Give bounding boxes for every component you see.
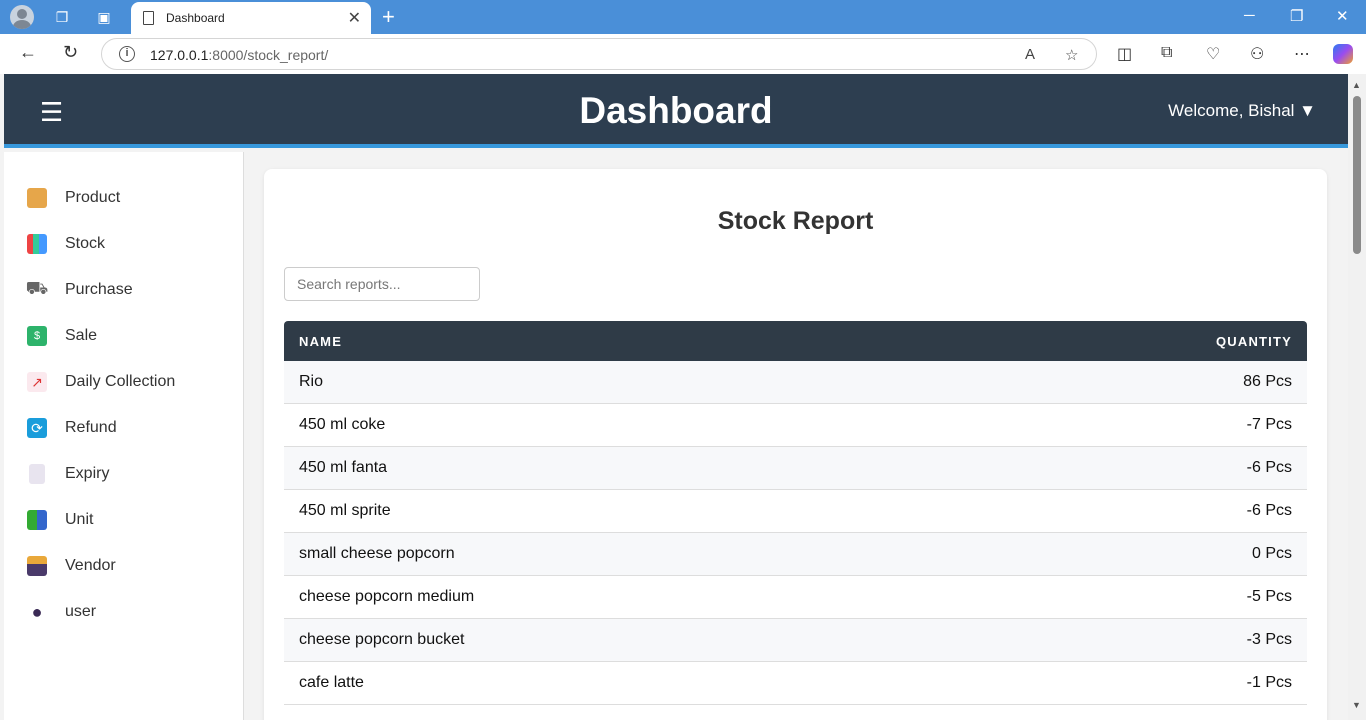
stock-table: NAME QUANTITY Rio 86 Pcs 450 ml coke -7 Pc… [284, 321, 1307, 705]
dashboard-header: ☰ Dashboard Welcome, Bishal ▼ [4, 74, 1348, 148]
sidebar-item-sale[interactable]: $ Sale [4, 313, 243, 359]
copilot-icon[interactable] [1333, 44, 1353, 64]
site-info-icon[interactable]: i [119, 46, 135, 62]
favorite-star-icon[interactable]: ☆ [1065, 46, 1078, 64]
read-aloud-icon[interactable]: A [1025, 46, 1035, 63]
cell-quantity: -6 Pcs [1246, 459, 1292, 476]
restore-icon[interactable]: ❐ [1290, 7, 1303, 25]
scroll-down-icon[interactable]: ▼ [1352, 700, 1361, 710]
scroll-up-icon[interactable]: ▲ [1352, 80, 1361, 90]
cell-name: 450 ml sprite [299, 502, 391, 519]
table-row: cheese popcorn bucket -3 Pcs [284, 619, 1307, 662]
scroll-thumb[interactable] [1353, 96, 1361, 254]
column-header-quantity: QUANTITY [1215, 333, 1292, 349]
cell-quantity: -7 Pcs [1246, 416, 1292, 433]
table-header: NAME QUANTITY [284, 321, 1307, 361]
cell-quantity: 0 Pcs [1251, 545, 1292, 562]
new-tab-icon[interactable]: + [382, 4, 395, 30]
column-header-name: NAME [299, 333, 343, 349]
sidebar-item-expiry[interactable]: Expiry [4, 451, 243, 497]
url-text: 127.0.0.1:8000/stock_report/ [150, 47, 329, 63]
cell-quantity: -6 Pcs [1246, 502, 1292, 519]
sidebar-item-product[interactable]: Product [4, 175, 243, 221]
cell-name: cafe latte [299, 674, 364, 691]
cell-name: cheese popcorn bucket [299, 631, 465, 648]
user-icon: ● [31, 601, 43, 622]
sidebar-item-purchase[interactable]: ⛟ Purchase [4, 267, 243, 313]
books-icon [27, 510, 47, 530]
cell-quantity: -5 Pcs [1246, 588, 1292, 605]
sidebar-item-refund[interactable]: ⟳ Refund [4, 405, 243, 451]
address-bar[interactable]: i 127.0.0.1:8000/stock_report/ A ☆ [101, 38, 1097, 70]
table-row: 450 ml fanta -6 Pcs [284, 447, 1307, 490]
card-box-icon [27, 556, 47, 576]
tab-title: Dashboard [166, 11, 225, 25]
close-window-icon[interactable]: ✕ [1336, 7, 1349, 25]
sidebar-item-vendor[interactable]: Vendor [4, 543, 243, 589]
cell-name: small cheese popcorn [299, 545, 455, 562]
report-title: Stock Report [717, 207, 874, 235]
money-icon: $ [27, 326, 47, 346]
page-icon [143, 11, 154, 25]
cell-quantity: 86 Pcs [1243, 373, 1292, 390]
extensions-icon[interactable]: ⚇ [1250, 44, 1264, 64]
shopping-cart-icon: ⛟ [25, 278, 49, 298]
refresh-icon: ⟳ [27, 418, 47, 438]
receipt-icon [29, 464, 45, 484]
search-input[interactable] [284, 267, 480, 301]
cell-name: cheese popcorn medium [299, 588, 475, 605]
sidebar-item-user[interactable]: ● user [4, 589, 243, 635]
report-card: Stock Report NAME QUANTITY Rio 86 Pcs 450… [264, 169, 1327, 720]
table-row: 450 ml sprite -6 Pcs [284, 490, 1307, 533]
cell-quantity: -1 Pcs [1246, 674, 1292, 691]
collections-icon[interactable]: ⧉ [1161, 44, 1172, 62]
minimize-icon[interactable]: ─ [1244, 7, 1255, 24]
reload-icon[interactable]: ↻ [63, 42, 78, 63]
table-row: cafe latte -1 Pcs [284, 662, 1307, 705]
vertical-tabs-icon[interactable]: ▣ [93, 6, 115, 28]
close-tab-icon[interactable]: ✕ [348, 8, 361, 28]
table-row: Rio 86 Pcs [284, 361, 1307, 404]
cell-name: 450 ml coke [299, 416, 386, 433]
browser-titlebar: ❐ ▣ Dashboard ✕ + ─ ❐ ✕ [0, 0, 1366, 34]
table-body: Rio 86 Pcs 450 ml coke -7 Pcs 450 ml fanta… [284, 361, 1307, 705]
page-scrollbar[interactable]: ▲ ▼ [1348, 74, 1366, 720]
table-row: small cheese popcorn 0 Pcs [284, 533, 1307, 576]
cell-quantity: -3 Pcs [1246, 631, 1292, 648]
sidebar-item-stock[interactable]: Stock [4, 221, 243, 267]
browser-essentials-icon[interactable]: ♡ [1206, 44, 1220, 64]
sidebar-item-unit[interactable]: Unit [4, 497, 243, 543]
sidebar-item-daily-collection[interactable]: ↗ Daily Collection [4, 359, 243, 405]
table-row: cheese popcorn medium -5 Pcs [284, 576, 1307, 619]
workspaces-icon[interactable]: ❐ [51, 6, 73, 28]
page-title: Dashboard [579, 90, 773, 131]
table-row: 450 ml coke -7 Pcs [284, 404, 1307, 447]
split-screen-icon[interactable]: ◫ [1117, 44, 1132, 64]
profile-avatar-icon[interactable] [10, 5, 34, 29]
back-icon[interactable]: ← [19, 42, 37, 63]
browser-tab[interactable]: Dashboard ✕ [131, 2, 371, 34]
bar-chart-icon [27, 234, 47, 254]
sidebar: Product Stock ⛟ Purchase $ Sale ↗ Daily … [4, 152, 244, 720]
page: ☰ Dashboard Welcome, Bishal ▼ Product St… [4, 74, 1348, 720]
user-menu[interactable]: Welcome, Bishal ▼ [1168, 101, 1316, 121]
cell-name: 450 ml fanta [299, 459, 388, 476]
package-icon [27, 188, 47, 208]
cell-name: Rio [299, 373, 324, 390]
line-chart-icon: ↗ [27, 372, 47, 392]
more-menu-icon[interactable]: ⋯ [1294, 44, 1310, 64]
